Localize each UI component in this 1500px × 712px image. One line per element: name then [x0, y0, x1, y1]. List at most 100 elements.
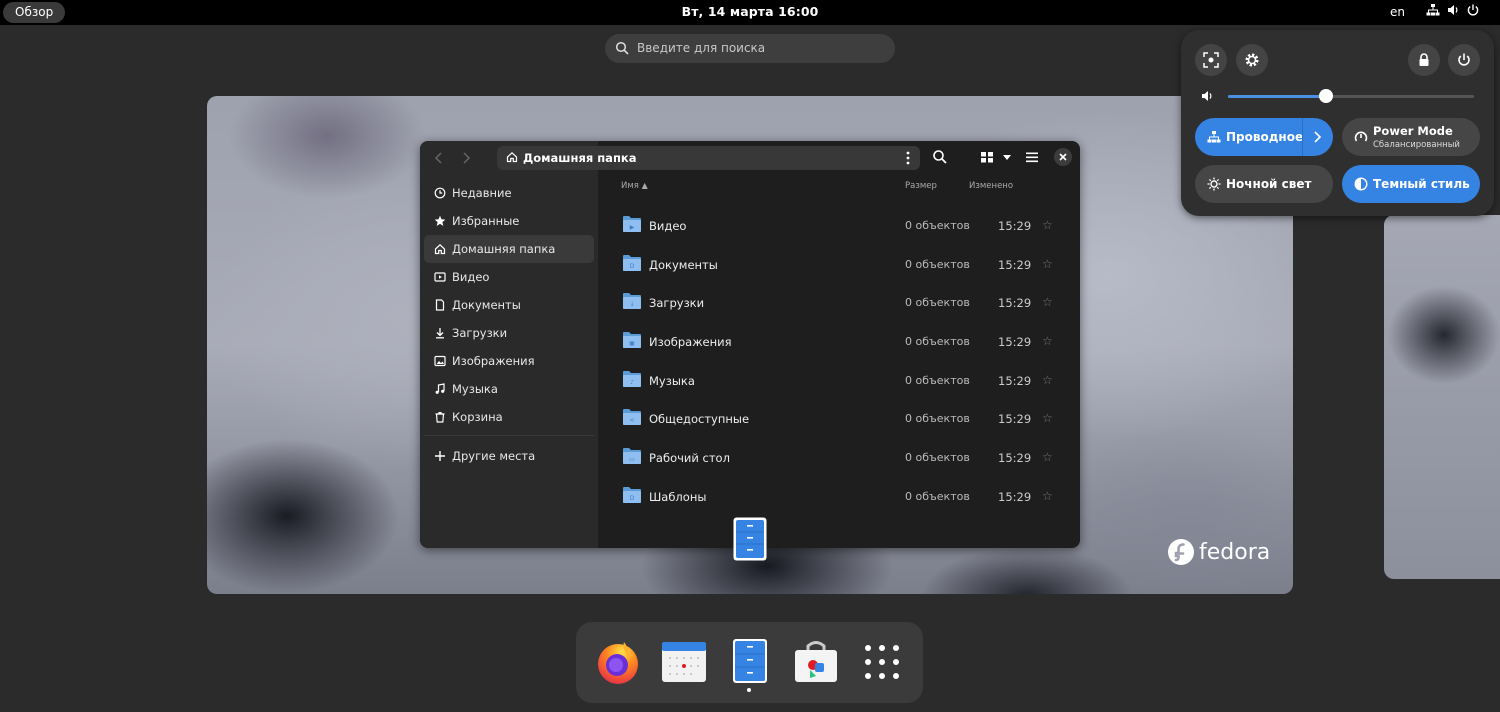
volume-slider[interactable] [1228, 89, 1474, 103]
folder-icon: ▣ [623, 332, 641, 349]
back-button[interactable] [430, 149, 448, 167]
sidebar-places-list: Недавние Избранные Домашняя папка Видео Доку… [424, 179, 594, 470]
sidebar-item[interactable]: Видео [424, 263, 594, 291]
sidebar-item[interactable]: Корзина [424, 403, 594, 431]
screenshot-icon [1203, 52, 1219, 68]
pill-divider [1302, 118, 1303, 156]
keyboard-layout-indicator[interactable]: en [1390, 5, 1405, 19]
night-light-icon [1207, 177, 1221, 191]
power-mode-toggle[interactable]: Power Mode Сбалансированный [1342, 118, 1480, 156]
forward-button[interactable] [457, 149, 475, 167]
sidebar-item-label: Изображения [452, 354, 535, 368]
sidebar-item-label: Документы [452, 298, 521, 312]
file-size: 0 объектов [905, 335, 970, 349]
sidebar-item[interactable]: Недавние [424, 179, 594, 207]
file-name: Рабочий стол [649, 451, 730, 466]
dark-style-icon [1354, 177, 1368, 191]
sidebar-separator [424, 435, 594, 436]
folder-icon: D [623, 254, 641, 271]
screenshot-button[interactable] [1195, 44, 1227, 76]
volume-slider-fill [1228, 95, 1327, 98]
sidebar-item[interactable]: Изображения [424, 347, 594, 375]
power-off-button[interactable] [1448, 44, 1480, 76]
star-icon [434, 215, 452, 227]
column-header-modified[interactable]: Изменено [969, 181, 1013, 191]
star-icon[interactable]: ☆ [1042, 373, 1053, 387]
star-icon[interactable]: ☆ [1042, 489, 1053, 503]
more-options-icon[interactable] [902, 150, 914, 166]
file-row[interactable]: ▭ Рабочий стол 0 объектов 15:29 ☆ [610, 438, 1070, 477]
dark-style-label: Темный стиль [1373, 177, 1470, 191]
sidebar-item-label: Музыка [452, 382, 498, 396]
file-row[interactable]: ▶ Видео 0 объектов 15:29 ☆ [610, 206, 1070, 245]
sidebar-item[interactable]: Домашняя папка [424, 235, 594, 263]
star-icon[interactable]: ☆ [1042, 295, 1053, 309]
svg-text:♪: ♪ [630, 379, 634, 386]
clock-icon [434, 187, 452, 199]
view-options-chevron-icon[interactable] [1001, 149, 1013, 165]
files-headerbar: Домашняя папка [420, 141, 1080, 174]
chevron-right-icon[interactable] [1311, 130, 1323, 144]
file-row[interactable]: < Общедоступные 0 объектов 15:29 ☆ [610, 399, 1070, 438]
sidebar-item[interactable]: Избранные [424, 207, 594, 235]
clock-button[interactable]: Вт, 14 марта 16:00 [0, 4, 1500, 19]
workspace-thumbnail-next[interactable] [1384, 215, 1500, 579]
sidebar-item[interactable]: Загрузки [424, 319, 594, 347]
star-icon[interactable]: ☆ [1042, 218, 1053, 232]
grid-view-icon[interactable] [980, 149, 994, 165]
file-modified-time: 15:29 [998, 373, 1032, 388]
file-row[interactable]: D Шаблоны 0 объектов 15:29 ☆ [610, 477, 1070, 516]
search-button[interactable] [932, 149, 948, 165]
sort-ascending-icon: ▲ [641, 181, 648, 190]
column-header-size[interactable]: Размер [905, 181, 937, 191]
sidebar-item[interactable]: Музыка [424, 375, 594, 403]
sidebar-item-label: Другие места [452, 449, 536, 463]
svg-text:↓: ↓ [629, 301, 634, 308]
night-light-toggle[interactable]: Ночной свет [1195, 165, 1333, 203]
trash-icon [434, 411, 452, 423]
files-window[interactable]: Недавние Избранные Домашняя папка Видео Доку… [420, 141, 1080, 548]
network-wired-icon [1426, 3, 1440, 17]
file-row[interactable]: ♪ Музыка 0 объектов 15:29 ☆ [610, 361, 1070, 400]
star-icon[interactable]: ☆ [1042, 411, 1053, 425]
system-status-area[interactable] [1426, 3, 1480, 17]
volume-slider-handle[interactable] [1319, 89, 1334, 103]
wired-network-toggle[interactable]: Проводное [1195, 118, 1333, 156]
network-wired-icon [1207, 131, 1221, 143]
sidebar-item-label: Избранные [452, 214, 520, 228]
files-sidebar: Недавние Избранные Домашняя папка Видео Доку… [420, 141, 598, 548]
file-row[interactable]: ▣ Изображения 0 объектов 15:29 ☆ [610, 322, 1070, 361]
main-menu-icon[interactable] [1025, 149, 1039, 165]
app-grid-icon[interactable] [858, 638, 906, 686]
software-icon[interactable] [792, 638, 840, 686]
search-entry[interactable]: Введите для поиска [605, 34, 895, 63]
settings-button[interactable] [1236, 44, 1268, 76]
music-icon [434, 383, 452, 395]
star-icon[interactable]: ☆ [1042, 450, 1053, 464]
files-icon[interactable] [726, 638, 774, 686]
image-icon [434, 355, 452, 367]
star-icon[interactable]: ☆ [1042, 334, 1053, 348]
fedora-mark-icon [1168, 539, 1194, 565]
file-row[interactable]: D Документы 0 объектов 15:29 ☆ [610, 245, 1070, 284]
power-icon [1466, 3, 1480, 17]
dark-style-toggle[interactable]: Темный стиль [1342, 165, 1480, 203]
folder-icon: ▶ [623, 216, 641, 232]
lock-screen-button[interactable] [1408, 44, 1440, 76]
folder-icon: ▭ [623, 448, 641, 465]
path-bar[interactable]: Домашняя папка [497, 146, 920, 170]
sidebar-item[interactable]: Документы [424, 291, 594, 319]
sidebar-item-label: Домашняя папка [452, 242, 556, 256]
file-row[interactable]: ↓ Загрузки 0 объектов 15:29 ☆ [610, 283, 1070, 322]
download-icon [434, 327, 452, 339]
firefox-icon[interactable] [594, 638, 642, 686]
sidebar-item-other-places[interactable]: Другие места [424, 442, 594, 470]
document-icon [434, 299, 452, 311]
close-button[interactable] [1054, 148, 1072, 166]
svg-text:▶: ▶ [630, 224, 635, 231]
star-icon[interactable]: ☆ [1042, 257, 1053, 271]
top-bar: Обзор Вт, 14 марта 16:00 en [0, 0, 1500, 25]
column-header-name[interactable]: Имя ▲ [621, 181, 648, 191]
calendar-icon[interactable] [660, 638, 708, 686]
volume-icon [1446, 3, 1460, 17]
